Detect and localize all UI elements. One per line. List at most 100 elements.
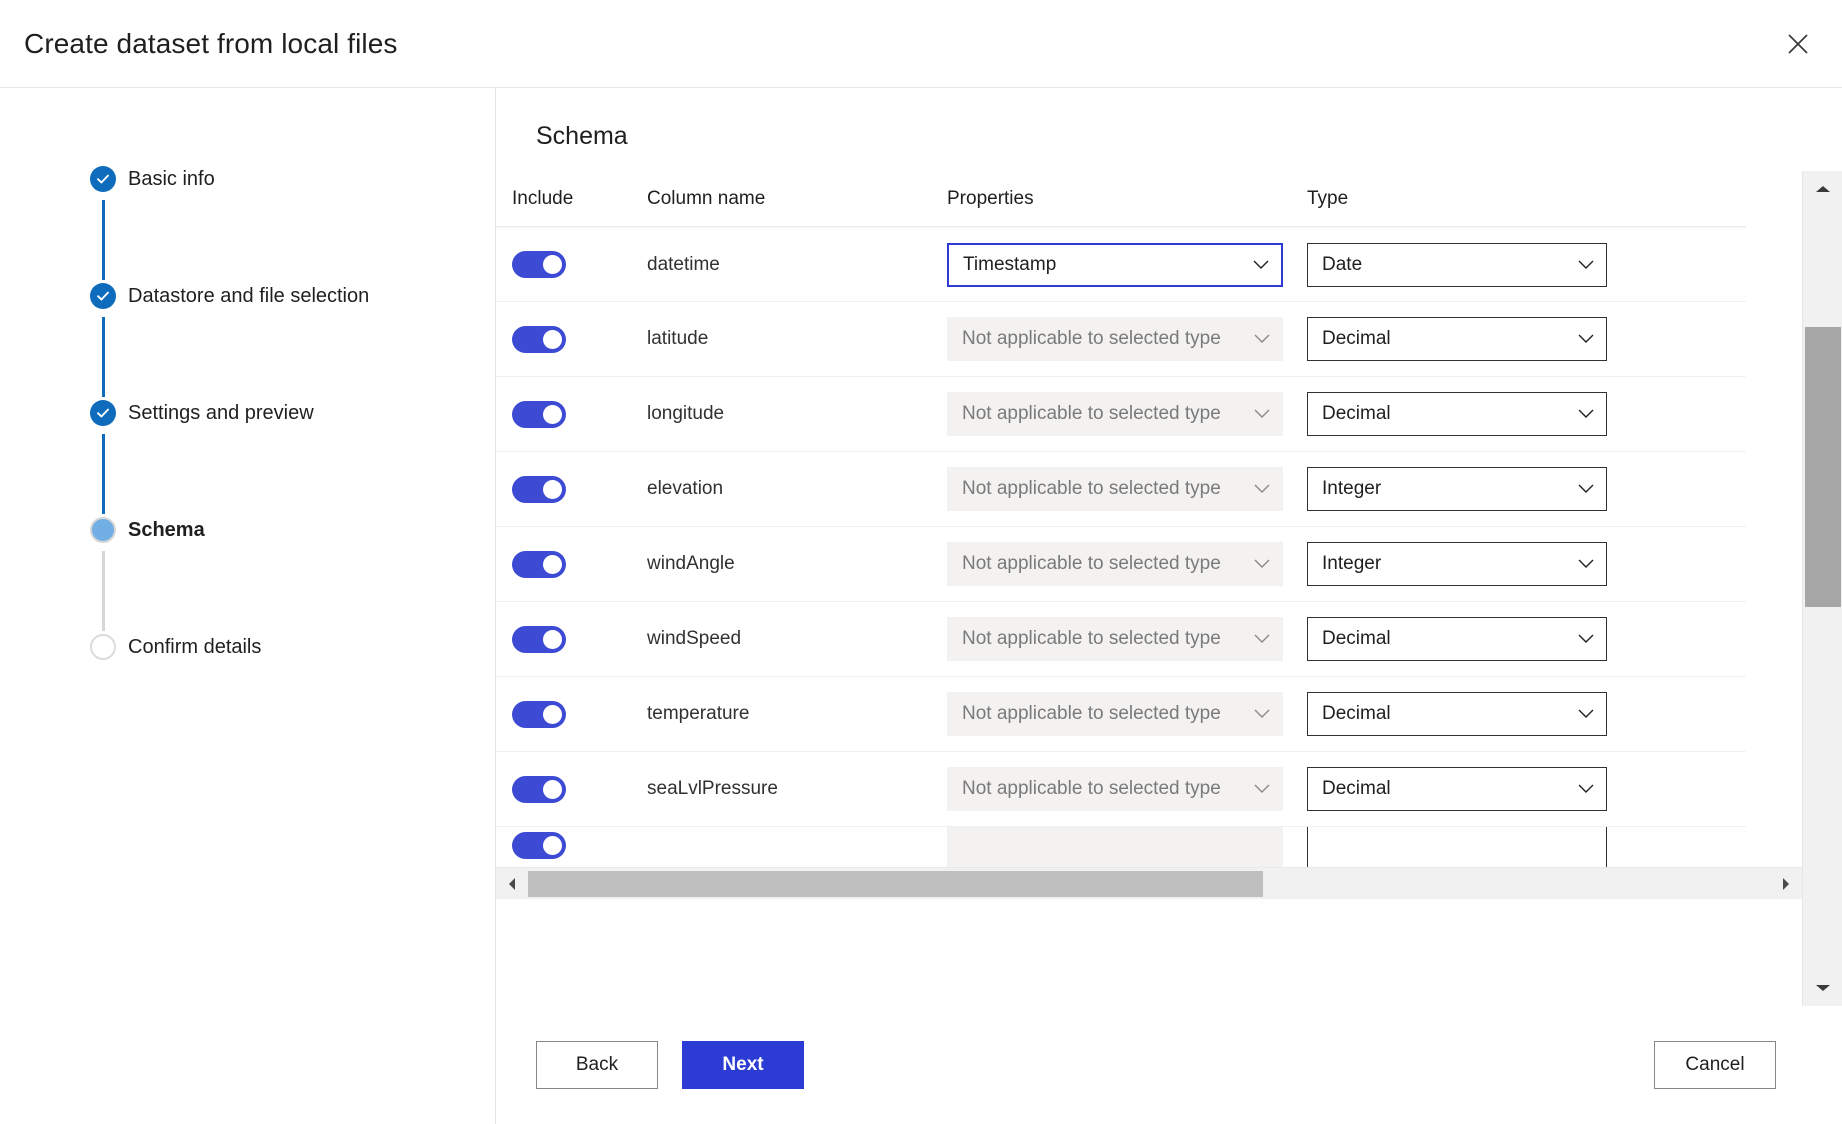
dialog-footer: Back Next Cancel xyxy=(496,1006,1842,1124)
close-icon[interactable] xyxy=(1776,22,1820,66)
chevron-down-icon xyxy=(1254,778,1270,800)
column-header-type: Type xyxy=(1307,188,1607,210)
column-name-cell: windSpeed xyxy=(647,628,947,650)
include-toggle[interactable] xyxy=(512,551,566,578)
properties-value: Not applicable to selected type xyxy=(962,403,1221,425)
include-toggle[interactable] xyxy=(512,776,566,803)
properties-value: Not applicable to selected type xyxy=(962,703,1221,725)
toggle-knob xyxy=(543,630,562,649)
sidebar-item-schema[interactable]: Schema xyxy=(0,517,495,634)
chevron-down-icon xyxy=(1578,628,1594,650)
properties-dropdown[interactable]: Not applicable to selected type xyxy=(947,392,1283,436)
vertical-scroll-track[interactable] xyxy=(1803,207,1842,970)
toggle-knob xyxy=(543,836,562,855)
panel-header: Schema xyxy=(496,88,1842,151)
sidebar-item-label: Settings and preview xyxy=(128,400,314,426)
cancel-button[interactable]: Cancel xyxy=(1654,1041,1776,1089)
properties-dropdown[interactable]: Not applicable to selected type xyxy=(947,767,1283,811)
type-dropdown[interactable]: Decimal xyxy=(1307,692,1607,736)
column-name-cell: seaLvlPressure xyxy=(647,778,947,800)
horizontal-scrollbar[interactable] xyxy=(496,867,1802,899)
include-toggle[interactable] xyxy=(512,476,566,503)
column-header-column-name: Column name xyxy=(647,188,947,210)
table-row: longitude Not applicable to selected typ… xyxy=(496,377,1746,452)
properties-value: Timestamp xyxy=(963,254,1056,276)
properties-dropdown[interactable]: Not applicable to selected type xyxy=(947,542,1283,586)
horizontal-scroll-track[interactable] xyxy=(528,868,1770,900)
scroll-left-arrow-icon[interactable] xyxy=(496,868,528,900)
table-row: elevation Not applicable to selected typ… xyxy=(496,452,1746,527)
type-dropdown[interactable]: Decimal xyxy=(1307,767,1607,811)
toggle-knob xyxy=(543,480,562,499)
toggle-knob xyxy=(543,555,562,574)
step-connector xyxy=(102,200,105,280)
back-button[interactable]: Back xyxy=(536,1041,658,1089)
properties-dropdown[interactable]: Not applicable to selected type xyxy=(947,317,1283,361)
type-dropdown[interactable]: Integer xyxy=(1307,467,1607,511)
step-marker-done-icon xyxy=(90,166,116,192)
wizard-stepper: Basic info Datastore and file selection xyxy=(0,88,496,1124)
include-toggle[interactable] xyxy=(512,626,566,653)
vertical-scroll-thumb[interactable] xyxy=(1805,327,1841,607)
table-row xyxy=(496,827,1746,867)
scroll-up-arrow-icon[interactable] xyxy=(1803,171,1842,207)
chevron-down-icon xyxy=(1254,553,1270,575)
toggle-knob xyxy=(543,405,562,424)
sidebar-item-basic-info[interactable]: Basic info xyxy=(0,166,495,283)
include-toggle[interactable] xyxy=(512,832,566,859)
properties-dropdown[interactable]: Not applicable to selected type xyxy=(947,617,1283,661)
include-toggle[interactable] xyxy=(512,326,566,353)
chevron-down-icon xyxy=(1578,328,1594,350)
sidebar-item-settings-and-preview[interactable]: Settings and preview xyxy=(0,400,495,517)
properties-value: Not applicable to selected type xyxy=(962,478,1221,500)
include-toggle[interactable] xyxy=(512,701,566,728)
step-connector xyxy=(102,551,105,631)
properties-value: Not applicable to selected type xyxy=(962,778,1221,800)
chevron-down-icon xyxy=(1578,778,1594,800)
scroll-down-arrow-icon[interactable] xyxy=(1803,970,1842,1006)
next-button[interactable]: Next xyxy=(682,1041,804,1089)
sidebar-item-datastore-and-file-selection[interactable]: Datastore and file selection xyxy=(0,283,495,400)
sidebar-item-confirm-details[interactable]: Confirm details xyxy=(0,634,495,660)
type-dropdown[interactable] xyxy=(1307,827,1607,867)
type-value: Decimal xyxy=(1322,328,1391,350)
dialog-header: Create dataset from local files xyxy=(0,0,1842,88)
type-dropdown[interactable]: Integer xyxy=(1307,542,1607,586)
chevron-down-icon xyxy=(1578,254,1594,276)
step-marker-current-icon xyxy=(90,517,116,543)
properties-dropdown[interactable]: Not applicable to selected type xyxy=(947,692,1283,736)
step-marker-todo-icon xyxy=(90,634,116,660)
properties-dropdown[interactable]: Not applicable to selected type xyxy=(947,467,1283,511)
include-toggle[interactable] xyxy=(512,251,566,278)
column-name-cell: elevation xyxy=(647,478,947,500)
chevron-down-icon xyxy=(1578,553,1594,575)
sidebar-item-label: Basic info xyxy=(128,166,215,192)
schema-table-scroll-area: Include Column name Properties Type date… xyxy=(496,171,1802,1006)
type-dropdown[interactable]: Decimal xyxy=(1307,392,1607,436)
dialog-body: Basic info Datastore and file selection xyxy=(0,88,1842,1124)
table-row: windSpeed Not applicable to selected typ… xyxy=(496,602,1746,677)
scroll-right-arrow-icon[interactable] xyxy=(1770,868,1802,900)
column-name-cell: datetime xyxy=(647,254,947,276)
page-title: Schema xyxy=(536,122,1842,151)
properties-dropdown[interactable] xyxy=(947,827,1283,867)
table-row: datetime Timestamp Date xyxy=(496,227,1746,302)
chevron-down-icon xyxy=(1254,328,1270,350)
toggle-knob xyxy=(543,705,562,724)
horizontal-scroll-thumb[interactable] xyxy=(528,871,1263,897)
chevron-down-icon xyxy=(1254,703,1270,725)
schema-panel: Schema Include Column name Properties Ty… xyxy=(496,88,1842,1124)
include-toggle[interactable] xyxy=(512,401,566,428)
table-row: temperature Not applicable to selected t… xyxy=(496,677,1746,752)
vertical-scrollbar[interactable] xyxy=(1802,171,1842,1006)
chevron-down-icon xyxy=(1254,403,1270,425)
type-dropdown[interactable]: Date xyxy=(1307,243,1607,287)
table-body: datetime Timestamp Date xyxy=(496,227,1746,867)
properties-dropdown[interactable]: Timestamp xyxy=(947,243,1283,287)
type-dropdown[interactable]: Decimal xyxy=(1307,617,1607,661)
chevron-down-icon xyxy=(1578,703,1594,725)
type-dropdown[interactable]: Decimal xyxy=(1307,317,1607,361)
chevron-down-icon xyxy=(1254,478,1270,500)
step-connector xyxy=(102,317,105,397)
column-name-cell: windAngle xyxy=(647,553,947,575)
